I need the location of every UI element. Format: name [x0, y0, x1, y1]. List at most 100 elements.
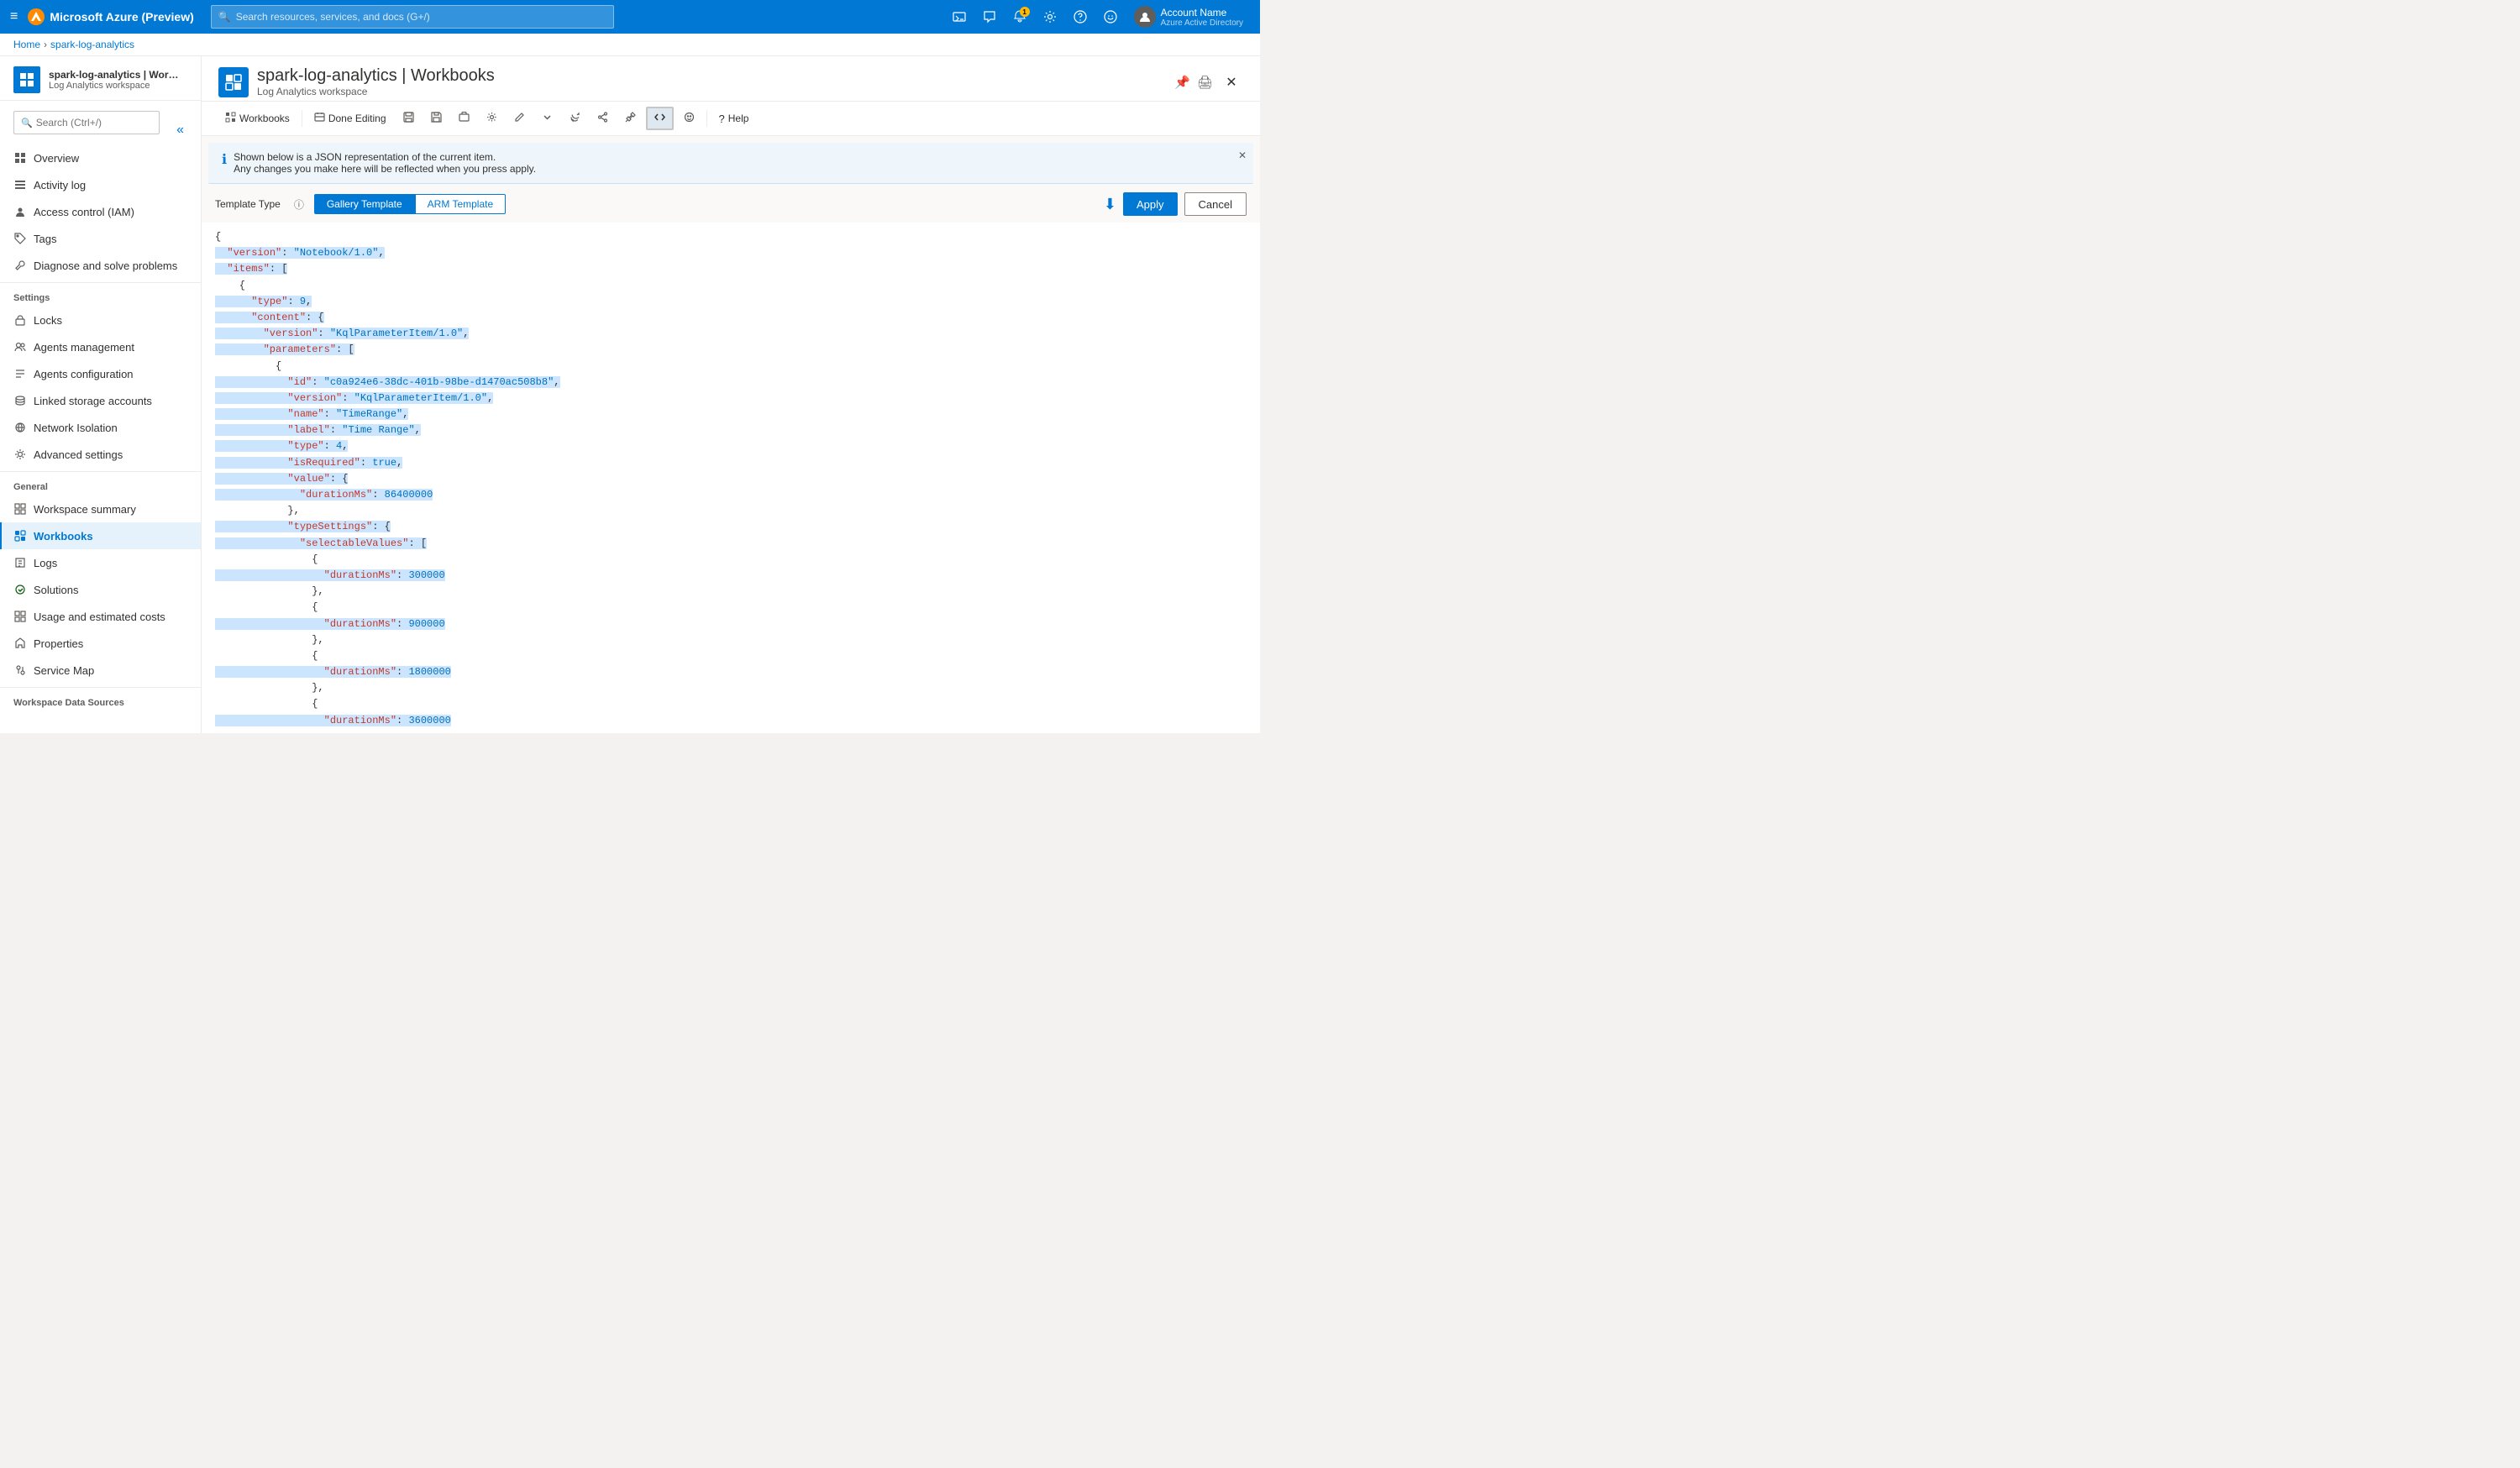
notice-close-button[interactable]: ✕ [1238, 149, 1247, 161]
pin-toolbar-button[interactable] [618, 107, 643, 130]
pencil-icon [514, 112, 525, 125]
sidebar-item-workspace-summary[interactable]: Workspace summary [0, 495, 201, 522]
json-line: "durationMs": 1800000 [215, 664, 1247, 680]
json-line: }, [215, 680, 1247, 696]
sidebar-item-service-map[interactable]: Service Map [0, 657, 201, 684]
sidebar-item-label: Tags [34, 233, 56, 245]
json-line: "version": "KqlParameterItem/1.0", [215, 326, 1247, 342]
sidebar-item-agents-mgmt[interactable]: Agents management [0, 333, 201, 360]
resource-header: spark-log-analytics | Workbooks Log Anal… [202, 56, 1260, 102]
grid-icon [13, 151, 27, 165]
code-view-button[interactable] [646, 107, 674, 130]
user-info: Account Name Azure Active Directory [1161, 7, 1243, 28]
network-icon [13, 421, 27, 434]
json-line: "label": "Time Range", [215, 422, 1247, 438]
general-section-label: General [0, 475, 201, 495]
help-toolbar-button[interactable]: ? Help [712, 107, 756, 130]
resource-header-icon [218, 67, 249, 97]
template-info-icon[interactable]: ⓘ [294, 197, 304, 212]
chart-icon [13, 610, 27, 623]
general-divider [0, 471, 201, 472]
save-button[interactable] [424, 107, 449, 130]
arm-template-tab[interactable]: ARM Template [415, 194, 506, 214]
sidebar-item-logs[interactable]: Logs [0, 549, 201, 576]
sidebar-item-label: Agents management [34, 341, 134, 354]
sidebar-item-workbooks[interactable]: Workbooks [0, 522, 201, 549]
json-line: "name": "TimeRange", [215, 406, 1247, 422]
divider2 [706, 110, 707, 127]
notifications-button[interactable]: 1 [1006, 3, 1033, 30]
sidebar-item-linked-storage[interactable]: Linked storage accounts [0, 387, 201, 414]
tag-icon [13, 232, 27, 245]
workbooks-icon [13, 529, 27, 543]
workbooks-button[interactable]: Workbooks [218, 107, 297, 130]
user-menu[interactable]: Account Name Azure Active Directory [1127, 3, 1250, 30]
done-editing-button[interactable]: Done Editing [307, 107, 393, 130]
workspace-sources-divider [0, 687, 201, 688]
breadcrumb-home[interactable]: Home [13, 39, 40, 50]
settings-toolbar-button[interactable] [480, 107, 504, 130]
json-line: "selectableValues": [ [215, 536, 1247, 552]
feedback-button[interactable] [976, 3, 1003, 30]
brand-name: Microsoft Azure (Preview) [50, 10, 193, 24]
json-notice: ℹ Shown below is a JSON representation o… [208, 143, 1253, 184]
sidebar-item-overview[interactable]: Overview [0, 144, 201, 171]
json-line: { [215, 229, 1247, 245]
sidebar-item-solutions[interactable]: Solutions [0, 576, 201, 603]
share-icon [597, 112, 608, 125]
hamburger-menu[interactable]: ≡ [10, 9, 18, 24]
move-button[interactable] [452, 107, 476, 130]
template-controls: Template Type ⓘ Gallery Template ARM Tem… [202, 184, 1260, 223]
lock-icon [13, 313, 27, 327]
sidebar-item-properties[interactable]: Properties [0, 630, 201, 657]
dropdown-button[interactable] [535, 107, 559, 130]
code-icon [654, 112, 665, 125]
search-icon: 🔍 [218, 11, 231, 23]
pin-button[interactable]: 📌 [1174, 75, 1190, 90]
gallery-template-tab[interactable]: Gallery Template [314, 194, 415, 214]
sidebar-item-access-control[interactable]: Access control (IAM) [0, 198, 201, 225]
sidebar-item-label: Advanced settings [34, 448, 123, 461]
download-button[interactable]: ⬇ [1104, 196, 1116, 213]
sidebar-item-label: Diagnose and solve problems [34, 260, 177, 272]
save-as-button[interactable] [396, 107, 421, 130]
print-button[interactable]: 🖨 [1197, 75, 1213, 90]
sidebar-item-label: Workspace summary [34, 503, 136, 516]
cancel-button[interactable]: Cancel [1184, 192, 1247, 216]
json-line: "durationMs": 300000 [215, 568, 1247, 584]
sidebar-item-activity-log[interactable]: Activity log [0, 171, 201, 198]
sidebar-item-diagnose[interactable]: Diagnose and solve problems [0, 252, 201, 279]
sidebar-search-input[interactable] [36, 117, 152, 128]
sidebar-collapse-button[interactable]: « [170, 119, 191, 141]
settings-divider [0, 282, 201, 283]
help-button[interactable] [1067, 3, 1094, 30]
json-line: "durationMs": 3600000 [215, 713, 1247, 729]
apply-button[interactable]: Apply [1123, 192, 1178, 216]
topbar-actions: 1 Account Name Azure Active Directory [946, 3, 1250, 30]
edit-button[interactable] [507, 107, 532, 130]
json-line: "durationMs": 900000 [215, 616, 1247, 632]
breadcrumb-resource[interactable]: spark-log-analytics [50, 39, 134, 50]
json-line: { [215, 600, 1247, 616]
sidebar-item-network[interactable]: Network Isolation [0, 414, 201, 441]
json-editor[interactable]: { "version": "Notebook/1.0", "items": [ … [202, 223, 1260, 733]
json-line: "type": 4, [215, 438, 1247, 454]
smiley-button[interactable] [1097, 3, 1124, 30]
json-line: "version": "Notebook/1.0", [215, 245, 1247, 261]
cloud-shell-button[interactable] [946, 3, 973, 30]
sidebar-item-advanced[interactable]: Advanced settings [0, 441, 201, 468]
emoji-button[interactable] [677, 107, 701, 130]
sidebar-item-agents-config[interactable]: Agents configuration [0, 360, 201, 387]
close-button[interactable]: ✕ [1220, 71, 1243, 94]
sidebar-item-tags[interactable]: Tags [0, 225, 201, 252]
refresh-button[interactable] [563, 107, 587, 130]
json-line: "typeSettings": { [215, 519, 1247, 535]
sidebar-item-usage-costs[interactable]: Usage and estimated costs [0, 603, 201, 630]
list-icon [13, 178, 27, 191]
settings-button[interactable] [1037, 3, 1063, 30]
global-search[interactable]: 🔍 Search resources, services, and docs (… [211, 5, 614, 29]
sidebar-search[interactable]: 🔍 [13, 111, 160, 134]
share-button[interactable] [591, 107, 615, 130]
json-line: "isRequired": true, [215, 455, 1247, 471]
sidebar-item-locks[interactable]: Locks [0, 307, 201, 333]
